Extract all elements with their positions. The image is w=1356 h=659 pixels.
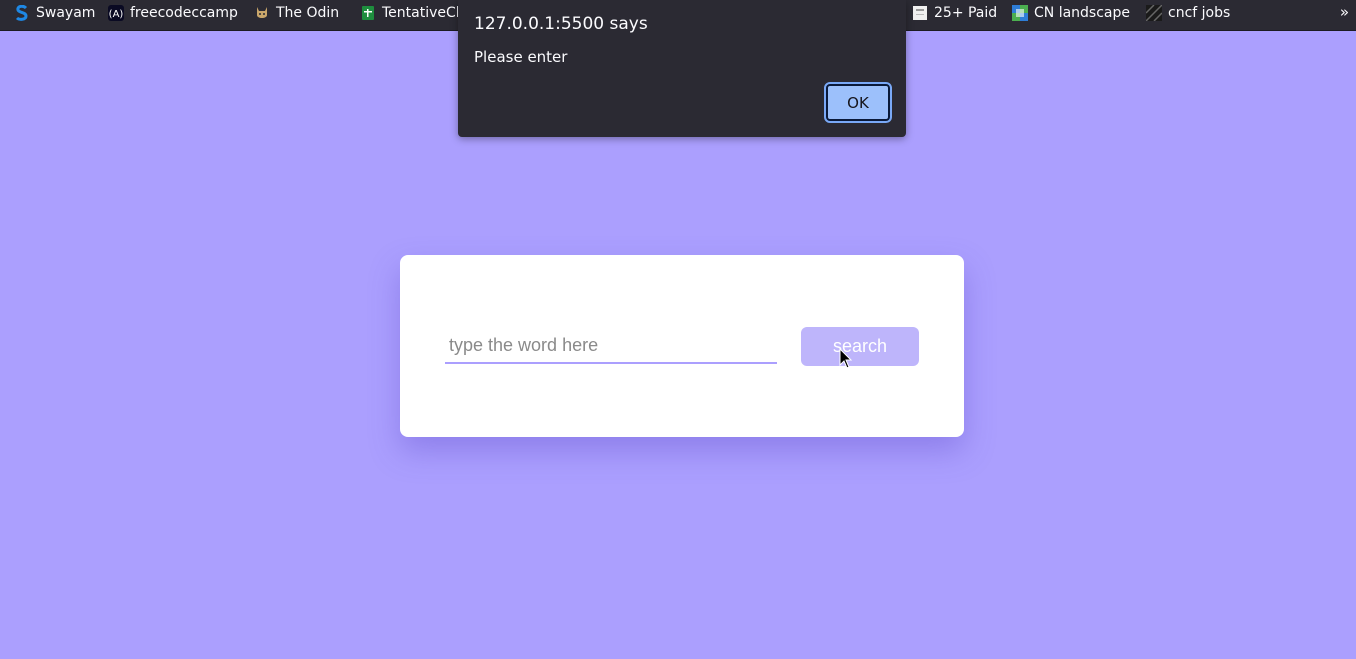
odin-icon	[254, 5, 270, 21]
cn-landscape-icon	[1012, 5, 1028, 21]
bookmark-label: TentativeCl	[382, 5, 460, 21]
bookmark-cn-landscape[interactable]: CN landscape	[1012, 0, 1130, 26]
bookmark-label: CN landscape	[1034, 5, 1130, 21]
bookmark-label: freecodeccamp	[130, 5, 238, 21]
bookmark-tentativecl[interactable]: TentativeCl	[360, 0, 460, 26]
bookmark-label: The Odin	[276, 5, 340, 21]
bookmark-label: 25+ Paid	[934, 5, 998, 21]
bookmark-label: Swayam	[36, 5, 96, 21]
bookmark-freecodecamp[interactable]: (A) freecodeccamp	[108, 0, 238, 26]
ok-button[interactable]: OK	[824, 82, 892, 123]
swayam-s-icon	[14, 5, 30, 21]
alert-title: 127.0.0.1:5500 says	[474, 14, 648, 34]
search-button[interactable]: search	[801, 327, 919, 366]
bookmark-25-paid[interactable]: 25+ Paid	[912, 0, 997, 26]
document-icon	[912, 5, 928, 21]
sheets-icon	[360, 5, 376, 21]
cncf-jobs-icon	[1146, 5, 1162, 21]
bookmark-the-odin[interactable]: The Odin	[254, 0, 339, 26]
bookmarks-overflow-chevron-icon[interactable]: »	[1340, 3, 1349, 21]
alert-dialog: 127.0.0.1:5500 says Please enter OK	[458, 0, 906, 137]
search-input[interactable]	[445, 328, 777, 364]
search-card: search	[400, 255, 964, 437]
alert-message: Please enter	[474, 48, 568, 66]
bookmark-label: cncf jobs	[1168, 5, 1231, 21]
svg-text:(A): (A)	[109, 9, 124, 20]
freecodecamp-icon: (A)	[108, 5, 124, 21]
bookmark-swayam[interactable]: Swayam	[14, 0, 95, 26]
bookmark-cncf-jobs[interactable]: cncf jobs	[1146, 0, 1230, 26]
